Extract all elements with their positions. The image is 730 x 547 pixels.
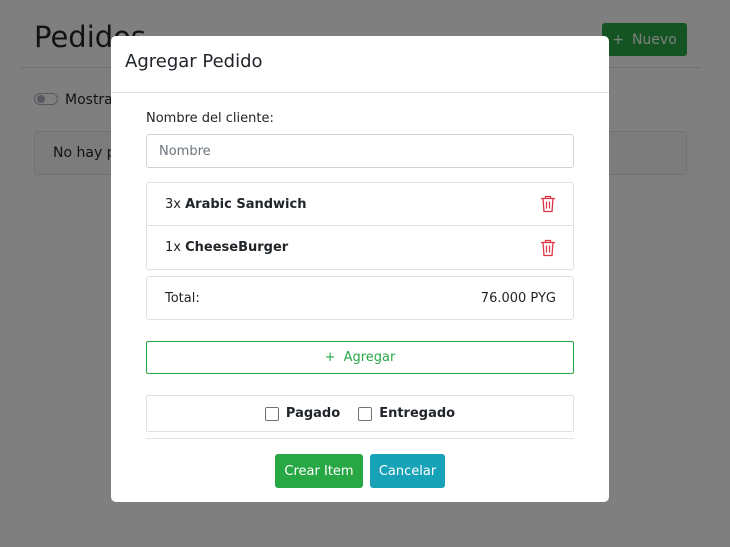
order-item: 1x CheeseBurger [147, 226, 573, 269]
modal-footer: Crear Item Cancelar [275, 454, 445, 488]
total-value: 76.000 PYG [480, 290, 556, 306]
customer-name-label: Nombre del cliente: [146, 111, 274, 126]
trash-icon[interactable] [540, 195, 556, 213]
plus-icon: + [324, 350, 336, 365]
add-item-label: Agregar [343, 350, 396, 365]
delivered-label: Entregado [379, 406, 456, 421]
trash-icon[interactable] [540, 239, 556, 257]
order-item: 3x Arabic Sandwich [147, 183, 573, 226]
item-name: CheeseBurger [185, 240, 289, 255]
status-checkboxes: Pagado Entregado [146, 395, 574, 432]
modal-header: Agregar Pedido [111, 36, 609, 93]
item-name: Arabic Sandwich [185, 196, 307, 212]
divider [146, 438, 574, 439]
customer-name-input[interactable] [146, 134, 574, 168]
paid-label: Pagado [285, 406, 341, 421]
total-row: Total: 76.000 PYG [146, 276, 574, 320]
modal-title: Agregar Pedido [125, 51, 263, 72]
paid-check[interactable]: Pagado [264, 406, 341, 421]
paid-checkbox[interactable] [264, 406, 279, 421]
item-quantity: 1x [165, 240, 181, 255]
add-item-button[interactable]: + Agregar [146, 341, 574, 374]
add-order-modal: Agregar Pedido Nombre del cliente: 3x Ar… [111, 36, 609, 502]
create-item-button[interactable]: Crear Item [275, 454, 363, 488]
total-label: Total: [165, 290, 200, 306]
delivered-checkbox[interactable] [358, 406, 373, 421]
item-quantity: 3x [165, 196, 181, 212]
cancel-button[interactable]: Cancelar [370, 454, 445, 488]
order-items-list: 3x Arabic Sandwich 1x CheeseBurger [146, 182, 574, 270]
delivered-check[interactable]: Entregado [358, 406, 455, 421]
